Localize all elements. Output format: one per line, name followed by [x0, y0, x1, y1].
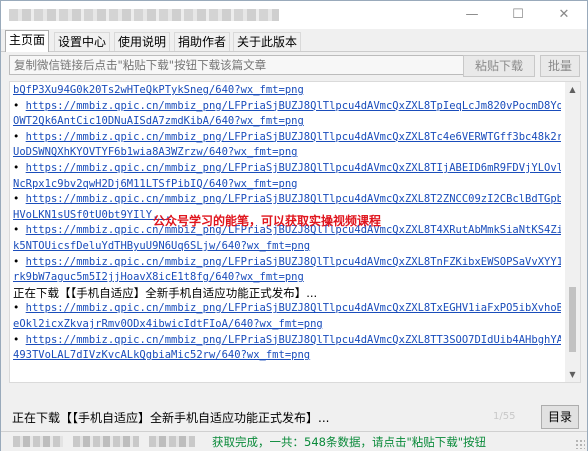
log-panel[interactable]: bQfP3Xu94G0k20Ts2wHTeQkPTykSneg/640?wx_f…: [9, 81, 581, 383]
image-url-link[interactable]: 493TVoLAL7dIVzKvcALkQgbiaMic52rw/640?wx_…: [13, 349, 310, 361]
image-url-link[interactable]: https://mmbiz.qpic.cn/mmbiz_png/LFPriaSj…: [26, 100, 561, 112]
image-url-link[interactable]: rk9bW7aguc5m5I2jjHoavX8icE1t8fg/640?wx_f…: [13, 271, 304, 283]
tab-home[interactable]: 主页面: [5, 30, 50, 52]
image-url-link[interactable]: https://mmbiz.qpic.cn/mmbiz_png/LFPriaSj…: [26, 302, 561, 314]
log-url-line: • https://mmbiz.qpic.cn/mmbiz_png/LFPria…: [13, 333, 561, 349]
log-url-continuation: k5NTOUicsfDeluYdTHByuU9N6Uq6SLjw/640?wx_…: [13, 239, 561, 255]
image-url-link[interactable]: k5NTOUicsfDeluYdTHByuU9N6Uq6SLjw/640?wx_…: [13, 240, 310, 252]
log-url-continuation: NcRpx1c9bv2qwH2Dj6M11LTSfPibIQ/640?wx_fm…: [13, 177, 561, 193]
image-url-link[interactable]: UoDSWNQXhKYOVTYF6b1wia8A3WZrzw/640?wx_fm…: [13, 146, 297, 158]
log-url-line: • https://mmbiz.qpic.cn/mmbiz_png/LFPria…: [13, 301, 561, 317]
bullet-icon: •: [13, 99, 26, 112]
status-message: 获取完成，一共：548条数据，请点击"粘贴下载"按钮: [212, 435, 487, 449]
bullet-icon: •: [13, 130, 26, 143]
log-url-line: • https://mmbiz.qpic.cn/mmbiz_png/LFPria…: [13, 192, 561, 208]
app-window: — ☐ ✕ 主页面 设置中心 使用说明 捐助作者 关于此版本 粘贴下载 批量 b…: [0, 0, 588, 451]
image-url-link[interactable]: https://mmbiz.qpic.cn/mmbiz_png/LFPriaSj…: [26, 334, 561, 346]
log-url-continuation: OWT2Qk6AntCic10DNuAISdA7zmdKibA/640?wx_f…: [13, 114, 561, 130]
log-url-line: • https://mmbiz.qpic.cn/mmbiz_png/LFPria…: [13, 99, 561, 115]
log-url-line: • https://mmbiz.qpic.cn/mmbiz_png/LFPria…: [13, 130, 561, 146]
tab-about[interactable]: 关于此版本: [233, 32, 302, 51]
tab-bar: 主页面 设置中心 使用说明 捐助作者 关于此版本: [1, 29, 587, 52]
log-scrollbar[interactable]: ▲ ▼: [565, 82, 580, 382]
scrollbar-thumb[interactable]: [569, 287, 576, 352]
bullet-icon: •: [13, 255, 26, 268]
toolbar: 粘贴下载 批量: [1, 52, 587, 80]
bullet-icon: •: [13, 161, 26, 174]
bullet-icon: •: [13, 333, 26, 346]
progress-count: 1/55: [493, 411, 516, 422]
status-field-blurred: [13, 436, 63, 447]
log-url-continuation: rk9bW7aguc5m5I2jjHoavX8icE1t8fg/640?wx_f…: [13, 270, 561, 286]
open-directory-button[interactable]: 目录: [541, 405, 579, 429]
image-url-link[interactable]: bQfP3Xu94G0k20Ts2wHTeQkPTykSneg/640?wx_f…: [13, 84, 304, 96]
tab-donate[interactable]: 捐助作者: [174, 32, 231, 51]
log-url-continuation: eOkl2icxZkvajrRmv0ODx4ibwicIdtFIoA/640?w…: [13, 317, 561, 333]
bullet-icon: •: [13, 193, 26, 206]
tab-settings[interactable]: 设置中心: [54, 32, 111, 51]
current-download-status: 正在下载【【手机自适应】全新手机自适应功能正式发布】...: [12, 411, 330, 425]
image-url-link[interactable]: HVoLKN1sUSf0tU0bt9YIlY...: [13, 209, 171, 221]
batch-button[interactable]: 批量: [540, 55, 580, 77]
status-field-blurred: [73, 436, 139, 447]
log-url-continuation: 493TVoLAL7dIVzKvcALkQgbiaMic52rw/640?wx_…: [13, 348, 561, 364]
paste-download-button[interactable]: 粘贴下载: [463, 55, 535, 77]
resize-grip-icon[interactable]: [575, 439, 585, 449]
log-url-line: • https://mmbiz.qpic.cn/mmbiz_png/LFPria…: [13, 255, 561, 271]
tab-usage[interactable]: 使用说明: [114, 32, 171, 51]
window-title: [9, 9, 279, 21]
url-input[interactable]: [9, 55, 467, 75]
image-url-link[interactable]: https://mmbiz.qpic.cn/mmbiz_png/LFPriaSj…: [26, 131, 561, 143]
log-url-continuation: UoDSWNQXhKYOVTYF6b1wia8A3WZrzw/640?wx_fm…: [13, 145, 561, 161]
image-url-link[interactable]: https://mmbiz.qpic.cn/mmbiz_png/LFPriaSj…: [26, 256, 561, 268]
image-url-link[interactable]: https://mmbiz.qpic.cn/mmbiz_png/LFPriaSj…: [26, 193, 561, 205]
image-url-link[interactable]: NcRpx1c9bv2qwH2Dj6M11LTSfPibIQ/640?wx_fm…: [13, 178, 297, 190]
log-url-continuation: bQfP3Xu94G0k20Ts2wHTeQkPTykSneg/640?wx_f…: [13, 83, 561, 99]
log-url-line: • https://mmbiz.qpic.cn/mmbiz_png/LFPria…: [13, 161, 561, 177]
status-field-blurred: [149, 436, 195, 447]
maximize-button[interactable]: ☐: [495, 1, 541, 29]
minimize-button[interactable]: —: [449, 1, 495, 29]
image-url-link[interactable]: OWT2Qk6AntCic10DNuAISdA7zmdKibA/640?wx_f…: [13, 115, 304, 127]
bullet-icon: •: [13, 302, 26, 315]
title-bar: — ☐ ✕: [1, 1, 587, 29]
log-download-line: 正在下载【【手机自适应】全新手机自适应功能正式发布】...: [13, 285, 318, 300]
image-url-link[interactable]: https://mmbiz.qpic.cn/mmbiz_png/LFPriaSj…: [26, 162, 561, 174]
overlay-banner-text: 公众号学习的能笔，可以获取实操视频课程: [153, 214, 382, 228]
scroll-up-icon[interactable]: ▲: [565, 82, 580, 97]
scroll-down-icon[interactable]: ▼: [565, 367, 580, 382]
close-button[interactable]: ✕: [541, 1, 587, 29]
bullet-icon: •: [13, 224, 26, 237]
image-url-link[interactable]: eOkl2icxZkvajrRmv0ODx4ibwicIdtFIoA/640?w…: [13, 318, 323, 330]
status-bar: 获取完成，一共：548条数据，请点击"粘贴下载"按钮: [1, 431, 587, 451]
